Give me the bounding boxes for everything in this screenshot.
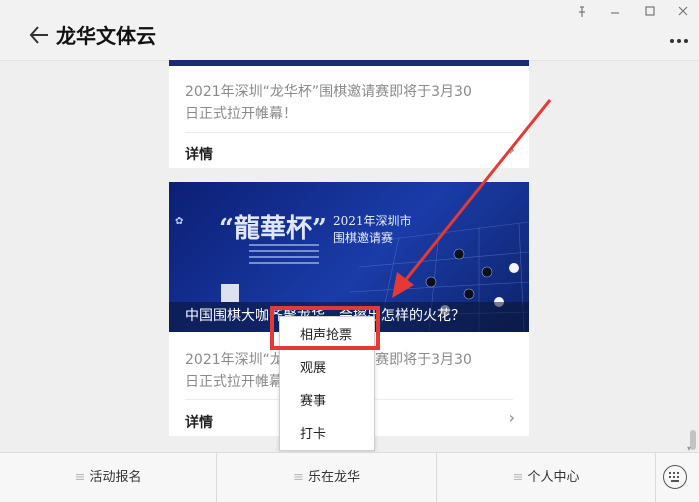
tab-fun-in-longhua[interactable]: ≡ 乐在龙华 <box>217 453 436 502</box>
maximize-icon[interactable] <box>645 6 655 16</box>
article-description: 2021年深圳“龙华杯”围棋邀请赛即将于3月30 日正式拉开帷幕！ <box>185 81 515 125</box>
tab-divider <box>655 453 656 502</box>
close-icon[interactable] <box>678 6 688 16</box>
article-description-line: 2021年深圳“龙华杯”围棋邀请赛即将于3月30 <box>185 84 472 100</box>
pin-icon[interactable] <box>577 6 587 18</box>
tab-label: 乐在龙华 <box>307 470 360 485</box>
chevron-right-icon: › <box>508 140 515 159</box>
chevron-right-icon: › <box>508 408 515 427</box>
tab-activity-signup[interactable]: ≡ 活动报名 <box>0 453 216 502</box>
banner-logo-subtitle: 围棋邀请赛 <box>333 231 394 245</box>
annotation-highlight-box <box>270 306 380 350</box>
more-options-icon[interactable] <box>669 38 689 44</box>
banner-logo-year: 2021年深圳市 <box>333 214 412 228</box>
title-bar: 龙华文体云 <box>0 0 699 61</box>
detail-link[interactable]: 详情 <box>185 412 213 432</box>
page-title: 龙华文体云 <box>56 24 156 48</box>
divider <box>185 132 513 133</box>
article-card[interactable]: 2021年深圳“龙华杯”围棋邀请赛即将于3月30 日正式拉开帷幕！ 详情 › <box>169 60 529 168</box>
menu-item-exhibition[interactable]: 观展 <box>280 352 374 385</box>
menu-icon: ≡ <box>512 470 524 485</box>
article-image <box>169 60 529 66</box>
minimize-icon[interactable] <box>610 8 620 16</box>
menu-item-events[interactable]: 赛事 <box>280 385 374 418</box>
menu-icon: ≡ <box>74 470 86 485</box>
tab-label: 个人中心 <box>527 470 580 485</box>
menu-icon: ≡ <box>293 470 304 485</box>
detail-link[interactable]: 详情 <box>185 144 213 164</box>
menu-item-checkin[interactable]: 打卡 <box>280 418 374 451</box>
banner-seal: ✿ <box>175 216 184 227</box>
tab-label: 活动报名 <box>89 470 142 485</box>
banner-logo-title: “龍華杯” <box>219 214 327 244</box>
back-arrow-icon[interactable] <box>28 24 50 46</box>
article-description-line: 日正式拉开帷幕！ <box>185 106 297 122</box>
keyboard-icon[interactable] <box>663 465 687 489</box>
bottom-tab-bar: ≡ 活动报名 ≡ 乐在龙华 ≡ 个人中心 <box>0 452 699 502</box>
tab-personal-center[interactable]: ≡ 个人中心 <box>437 453 655 502</box>
